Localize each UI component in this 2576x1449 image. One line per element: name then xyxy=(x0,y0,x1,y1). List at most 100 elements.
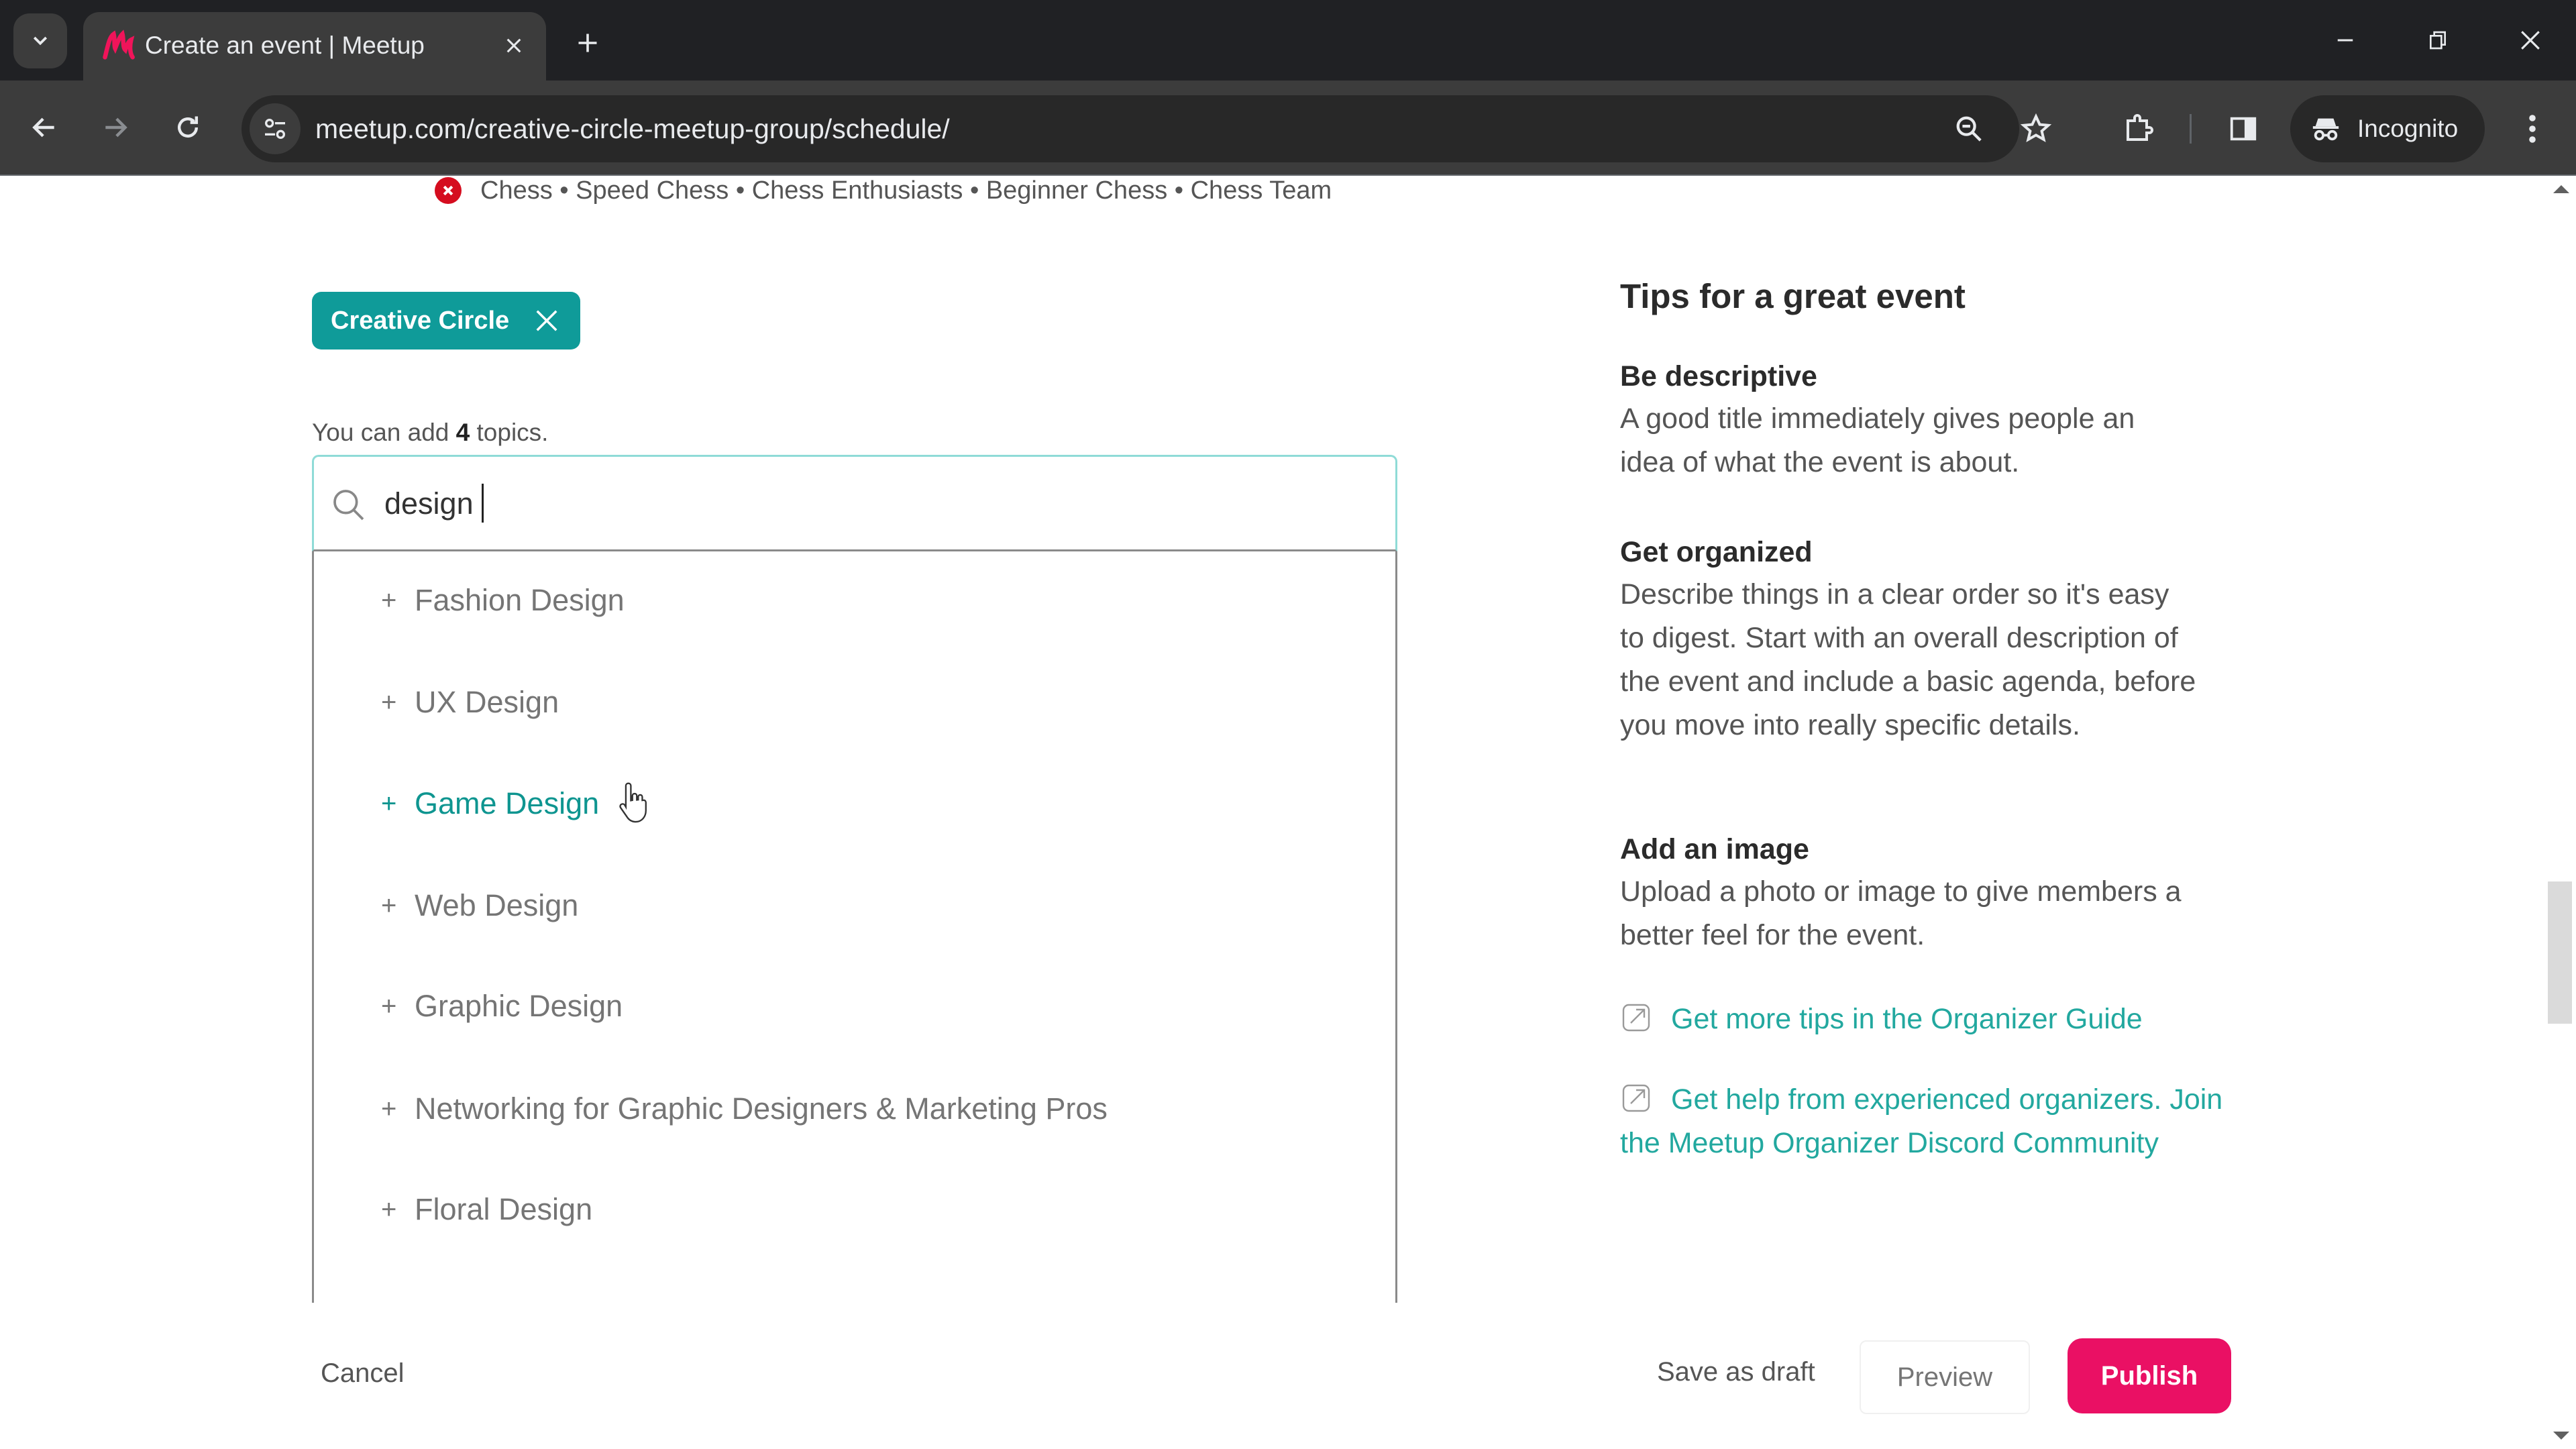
hint-suffix: topics. xyxy=(470,419,549,446)
tab-search-button[interactable] xyxy=(13,13,67,68)
tune-icon xyxy=(265,119,285,139)
toolbar-divider xyxy=(2190,114,2192,144)
back-button[interactable] xyxy=(17,101,71,154)
address-bar[interactable]: meetup.com/creative-circle-meetup-group/… xyxy=(241,95,2052,162)
save-as-draft-button[interactable]: Save as draft xyxy=(1657,1357,1815,1387)
reload-icon xyxy=(177,116,199,138)
site-info-button[interactable] xyxy=(250,103,301,154)
plus-icon: + xyxy=(381,890,397,920)
result-item[interactable]: + Fashion Design xyxy=(314,564,1395,637)
result-item-hovered[interactable]: + Game Design xyxy=(314,767,1395,841)
side-panel-button[interactable] xyxy=(2222,107,2265,150)
publish-button[interactable]: Publish xyxy=(2068,1338,2231,1413)
incognito-label: Incognito xyxy=(2357,115,2459,142)
arrow-right-icon xyxy=(105,117,127,138)
tip-heading: Get organized xyxy=(1620,536,1813,568)
hint-prefix: You can add xyxy=(312,419,456,446)
topics-remaining-count: 4 xyxy=(455,419,470,446)
extensions-button[interactable] xyxy=(2116,107,2159,150)
bookmark-button[interactable] xyxy=(2016,109,2056,149)
result-item[interactable]: + Floral Design xyxy=(314,1173,1395,1246)
close-icon xyxy=(506,38,521,53)
result-label: Floral Design xyxy=(415,1192,593,1226)
browser-tab-strip: Create an event | Meetup xyxy=(0,0,2576,80)
create-event-page: Chess • Speed Chess • Chess Enthusiasts … xyxy=(0,176,2576,1449)
scroll-down-arrow-icon[interactable] xyxy=(2553,1432,2569,1440)
side-panel-icon xyxy=(2230,117,2257,141)
suggested-topics-row: Chess • Speed Chess • Chess Enthusiasts … xyxy=(435,176,1332,205)
minimize-window-button[interactable] xyxy=(2312,13,2379,67)
browser-toolbar: meetup.com/creative-circle-meetup-group/… xyxy=(0,80,2576,176)
selected-topic-chip: Creative Circle xyxy=(312,292,581,350)
incognito-profile-button[interactable]: Incognito xyxy=(2290,95,2485,162)
zoom-indicator-button[interactable] xyxy=(1949,109,1989,149)
tip-body: A good title immediately gives people an… xyxy=(1620,402,2135,478)
search-icon xyxy=(333,490,364,521)
scrollbar-thumb[interactable] xyxy=(2548,881,2572,1024)
result-label: UX Design xyxy=(415,685,559,719)
remove-chip-button[interactable] xyxy=(533,307,560,334)
result-label: Networking for Graphic Designers & Marke… xyxy=(415,1091,1108,1126)
plus-icon xyxy=(578,34,597,52)
topic-search-box xyxy=(312,455,1397,551)
page-scrollbar[interactable] xyxy=(2544,176,2576,1449)
minimize-icon xyxy=(2337,39,2353,42)
url-text[interactable]: meetup.com/creative-circle-meetup-group/… xyxy=(315,95,950,162)
result-item[interactable]: + UX Design xyxy=(314,665,1395,739)
new-tab-button[interactable] xyxy=(566,21,609,64)
result-label: Graphic Design xyxy=(415,989,623,1023)
close-icon xyxy=(2521,31,2540,50)
plus-icon: + xyxy=(381,788,397,818)
star-icon xyxy=(2020,113,2052,143)
plus-icon: + xyxy=(381,585,397,615)
incognito-icon xyxy=(2312,118,2339,141)
close-window-button[interactable] xyxy=(2497,13,2564,67)
result-label: Fashion Design xyxy=(415,583,625,617)
result-item[interactable]: + Graphic Design xyxy=(314,969,1395,1043)
scroll-up-arrow-icon[interactable] xyxy=(2553,185,2569,193)
arrow-left-icon xyxy=(32,117,54,138)
plus-icon: + xyxy=(381,1194,397,1224)
browser-tab-active[interactable]: Create an event | Meetup xyxy=(83,12,546,80)
reload-button[interactable] xyxy=(161,101,215,154)
topics-remaining-hint: You can add 4 topics. xyxy=(312,419,548,447)
link-label: Get help from experienced organizers. Jo… xyxy=(1620,1083,2223,1159)
plus-icon: + xyxy=(381,1093,397,1124)
result-item[interactable]: + Web Design xyxy=(314,869,1395,943)
close-icon xyxy=(536,310,557,331)
close-icon xyxy=(443,185,453,196)
plus-icon: + xyxy=(381,991,397,1021)
chevron-down-icon xyxy=(33,36,48,46)
kebab-menu-icon xyxy=(2529,115,2536,143)
tip-heading: Add an image xyxy=(1620,833,1809,865)
suggested-topics-text: Chess • Speed Chess • Chess Enthusiasts … xyxy=(480,176,1332,205)
external-link-icon xyxy=(1622,1084,1650,1112)
cancel-button[interactable]: Cancel xyxy=(321,1358,405,1389)
topic-search-input[interactable] xyxy=(384,474,1377,533)
restore-icon xyxy=(2430,31,2446,50)
plus-icon: + xyxy=(381,687,397,717)
result-label: Web Design xyxy=(415,888,579,922)
topic-results-list[interactable]: + Fashion Design + UX Design + Game Desi… xyxy=(312,551,1397,1303)
error-x-icon[interactable] xyxy=(435,177,462,204)
forward-button[interactable] xyxy=(89,101,142,154)
preview-button[interactable]: Preview xyxy=(1860,1340,2030,1414)
organizer-discord-link[interactable]: Get help from experienced organizers. Jo… xyxy=(1620,1078,2237,1165)
organizer-guide-link[interactable]: Get more tips in the Organizer Guide xyxy=(1620,998,2237,1041)
tip-body: Describe things in a clear order so it's… xyxy=(1620,578,2196,741)
external-link-icon xyxy=(1622,1004,1650,1032)
tip-heading: Be descriptive xyxy=(1620,360,1817,392)
puzzle-icon xyxy=(2127,114,2153,141)
restore-window-button[interactable] xyxy=(2404,13,2471,67)
tip-body: Upload a photo or image to give members … xyxy=(1620,875,2182,951)
zoom-out-icon xyxy=(1956,116,1982,142)
chip-label: Creative Circle xyxy=(331,306,510,335)
browser-menu-button[interactable] xyxy=(2512,107,2553,150)
link-label: Get more tips in the Organizer Guide xyxy=(1671,1003,2143,1035)
tab-close-button[interactable] xyxy=(496,28,531,63)
meetup-logo-icon xyxy=(103,30,135,60)
text-caret xyxy=(482,484,484,523)
tips-title: Tips for a great event xyxy=(1620,277,1966,315)
result-item[interactable]: + Networking for Graphic Designers & Mar… xyxy=(314,1072,1395,1146)
tab-title: Create an event | Meetup xyxy=(145,32,425,59)
